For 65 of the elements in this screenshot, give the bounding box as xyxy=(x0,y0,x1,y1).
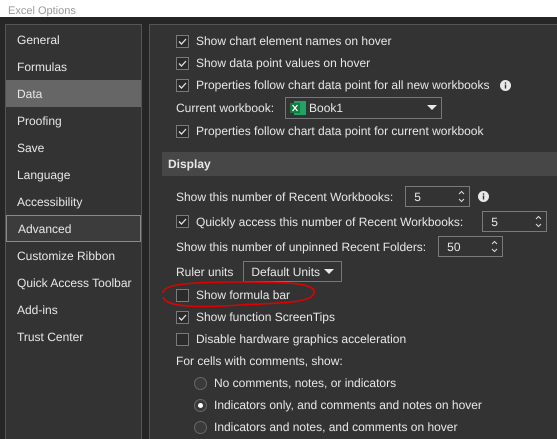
option-label: Disable hardware graphics acceleration xyxy=(196,331,406,348)
option-label: Properties follow chart data point for current workbook xyxy=(196,123,484,140)
radio-button[interactable] xyxy=(194,398,207,412)
checkbox[interactable] xyxy=(176,34,189,48)
checkbox[interactable] xyxy=(176,215,189,228)
checkmark-icon xyxy=(178,82,187,88)
units-value: Default Units xyxy=(251,264,320,280)
sidebar-item[interactable]: Formulas xyxy=(6,53,141,80)
sidebar-item[interactable]: General xyxy=(6,26,141,53)
option-label: Indicators and notes, and comments on hover xyxy=(214,419,458,436)
number-spinner[interactable]: 50 xyxy=(438,236,504,257)
checkmark-icon xyxy=(178,218,187,225)
number-spinner[interactable]: 5 xyxy=(405,186,470,207)
sidebar-item[interactable]: Language xyxy=(6,161,141,188)
info-icon[interactable] xyxy=(500,80,512,90)
workbook-name: Book1 xyxy=(309,100,344,117)
option-label: Properties follow chart data point for all new workbooks xyxy=(196,77,490,94)
units-dropdown[interactable]: Default Units xyxy=(243,261,342,282)
up-down-arrows-icon xyxy=(491,240,498,253)
option-label: Show data point values on hover xyxy=(196,55,370,72)
checkbox[interactable] xyxy=(176,288,189,302)
spinner-value: 5 xyxy=(491,214,498,230)
checkbox[interactable] xyxy=(176,124,189,138)
window-title: Excel Options xyxy=(8,5,76,17)
option-label: Show function ScreenTips xyxy=(196,309,335,326)
option-label: Show this number of Recent Workbooks: xyxy=(176,188,394,206)
option-label: No comments, notes, or indicators xyxy=(214,375,396,392)
caret-icon xyxy=(427,105,438,111)
sidebar-item[interactable]: Customize Ribbon xyxy=(6,242,141,269)
up-down-arrows-icon xyxy=(535,215,542,228)
sidebar-item[interactable]: Data xyxy=(6,80,141,107)
section-header: Display xyxy=(162,152,557,176)
spinner-value: 50 xyxy=(447,238,461,256)
sidebar-item[interactable]: Add-ins xyxy=(6,296,141,323)
sidebar-item[interactable]: Quick Access Toolbar xyxy=(6,269,141,296)
checkbox[interactable] xyxy=(176,310,189,324)
caret-icon xyxy=(324,268,334,274)
option-label: Quickly access this number of Recent Workbooks: xyxy=(196,214,464,230)
checkmark-icon xyxy=(178,128,187,134)
sidebar-item[interactable]: Accessibility xyxy=(6,188,141,215)
checkbox[interactable] xyxy=(176,56,189,70)
checkmark-icon xyxy=(178,38,187,44)
checkmark-icon xyxy=(178,60,187,66)
checkbox[interactable] xyxy=(176,78,189,92)
option-label: Show formula bar xyxy=(196,287,290,304)
sidebar-item[interactable]: Advanced xyxy=(6,215,141,242)
radio-button[interactable] xyxy=(194,420,207,434)
option-label: Current workbook: xyxy=(176,100,274,117)
option-label: Ruler units xyxy=(176,264,234,280)
sidebar-item[interactable]: Proofing xyxy=(6,107,141,134)
checkbox[interactable] xyxy=(176,332,189,346)
radio-button[interactable] xyxy=(194,376,207,390)
sidebar-item[interactable]: Save xyxy=(6,134,141,161)
up-down-arrows-icon xyxy=(458,190,466,203)
number-spinner[interactable]: 5 xyxy=(482,211,548,232)
info-icon[interactable] xyxy=(478,191,490,202)
option-label: Show chart element names on hover xyxy=(196,33,392,50)
option-label: For cells with comments, show: xyxy=(176,353,343,370)
checkmark-icon xyxy=(178,314,187,320)
option-label: Indicators only, and comments and notes on hover xyxy=(214,397,482,414)
sidebar-item[interactable]: Trust Center xyxy=(6,323,141,350)
spreadsheet-icon xyxy=(290,101,306,115)
spinner-value: 5 xyxy=(414,188,421,206)
option-label: Show this number of unpinned Recent Folders: xyxy=(176,238,426,256)
workbook-dropdown[interactable]: Book1 xyxy=(285,97,442,119)
